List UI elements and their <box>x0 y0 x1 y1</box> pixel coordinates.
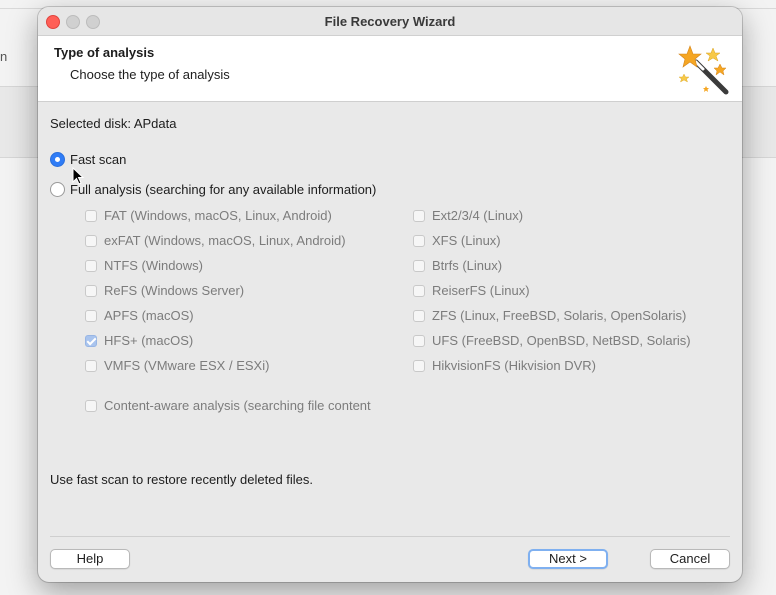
fs-label: HikvisionFS (Hikvision DVR) <box>432 358 596 373</box>
content-aware-label: Content-aware analysis (searching file c… <box>104 398 371 413</box>
fs-label: VMFS (VMware ESX / ESXi) <box>104 358 270 373</box>
fast-scan-radio[interactable] <box>50 152 65 167</box>
title-bar: File Recovery Wizard <box>38 7 742 36</box>
fs-option-exfat[interactable]: exFAT (Windows, macOS, Linux, Android) <box>85 233 346 248</box>
fs-option-ntfs[interactable]: NTFS (Windows) <box>85 258 203 273</box>
checkbox[interactable] <box>85 284 97 297</box>
fs-option-refs[interactable]: ReFS (Windows Server) <box>85 283 244 298</box>
fs-option-apfs[interactable]: APFS (macOS) <box>85 308 194 323</box>
fs-option-btrfs[interactable]: Btrfs (Linux) <box>413 258 502 273</box>
full-analysis-radio[interactable] <box>50 182 65 197</box>
fs-label: Ext2/3/4 (Linux) <box>432 208 524 223</box>
fs-label: FAT (Windows, macOS, Linux, Android) <box>104 208 332 223</box>
fs-option-ufs[interactable]: UFS (FreeBSD, OpenBSD, NetBSD, Solaris) <box>413 333 691 348</box>
checkbox-checked[interactable] <box>85 334 97 347</box>
checkbox[interactable] <box>85 399 97 412</box>
wizard-header: Type of analysis Choose the type of anal… <box>38 36 742 102</box>
checkbox[interactable] <box>413 234 425 247</box>
checkbox[interactable] <box>85 309 97 322</box>
selected-disk-label: Selected disk: APdata <box>50 116 177 131</box>
checkbox[interactable] <box>413 209 425 222</box>
fs-option-xfs[interactable]: XFS (Linux) <box>413 233 501 248</box>
fs-label: APFS (macOS) <box>104 308 194 323</box>
fs-option-fat[interactable]: FAT (Windows, macOS, Linux, Android) <box>85 208 332 223</box>
checkbox[interactable] <box>85 359 97 372</box>
background-text-fragment: n <box>0 49 8 64</box>
fs-option-zfs[interactable]: ZFS (Linux, FreeBSD, Solaris, OpenSolari… <box>413 308 686 323</box>
full-analysis-option[interactable]: Full analysis (searching for any availab… <box>50 182 376 197</box>
fs-option-hfsplus[interactable]: HFS+ (macOS) <box>85 333 193 348</box>
content-aware-option[interactable]: Content-aware analysis (searching file c… <box>85 398 394 413</box>
next-button[interactable]: Next > <box>528 549 608 569</box>
mouse-pointer-icon <box>72 167 85 185</box>
window-title: File Recovery Wizard <box>324 14 456 29</box>
fast-scan-option[interactable]: Fast scan <box>50 152 126 167</box>
fs-label: ZFS (Linux, FreeBSD, Solaris, OpenSolari… <box>432 308 687 323</box>
footer-divider <box>50 536 730 537</box>
fs-label: HFS+ (macOS) <box>104 333 194 348</box>
fast-scan-label: Fast scan <box>70 152 127 167</box>
fs-label: UFS (FreeBSD, OpenBSD, NetBSD, Solaris) <box>432 333 691 348</box>
checkbox[interactable] <box>413 359 425 372</box>
full-analysis-label: Full analysis (searching for any availab… <box>70 182 377 197</box>
fs-label: exFAT (Windows, macOS, Linux, Android) <box>104 233 346 248</box>
checkbox[interactable] <box>85 259 97 272</box>
checkbox[interactable] <box>85 234 97 247</box>
fs-label: ReiserFS (Linux) <box>432 283 530 298</box>
fs-option-reiserfs[interactable]: ReiserFS (Linux) <box>413 283 530 298</box>
checkbox[interactable] <box>85 209 97 222</box>
page-title: Type of analysis <box>54 45 155 60</box>
fs-option-hikvisionfs[interactable]: HikvisionFS (Hikvision DVR) <box>413 358 596 373</box>
checkbox[interactable] <box>413 259 425 272</box>
fs-option-vmfs[interactable]: VMFS (VMware ESX / ESXi) <box>85 358 269 373</box>
help-button[interactable]: Help <box>50 549 130 569</box>
fs-label: XFS (Linux) <box>432 233 501 248</box>
fs-label: Btrfs (Linux) <box>432 258 503 273</box>
checkbox[interactable] <box>413 284 425 297</box>
cancel-button[interactable]: Cancel <box>650 549 730 569</box>
fs-option-ext[interactable]: Ext2/3/4 (Linux) <box>413 208 523 223</box>
file-recovery-wizard-window: File Recovery Wizard Type of analysis Ch… <box>38 7 742 582</box>
hint-text: Use fast scan to restore recently delete… <box>50 472 314 487</box>
checkbox[interactable] <box>413 334 425 347</box>
fs-label: ReFS (Windows Server) <box>104 283 245 298</box>
fs-label: NTFS (Windows) <box>104 258 203 273</box>
page-subtitle: Choose the type of analysis <box>70 67 230 82</box>
checkbox[interactable] <box>413 309 425 322</box>
magic-wand-icon <box>678 45 729 95</box>
